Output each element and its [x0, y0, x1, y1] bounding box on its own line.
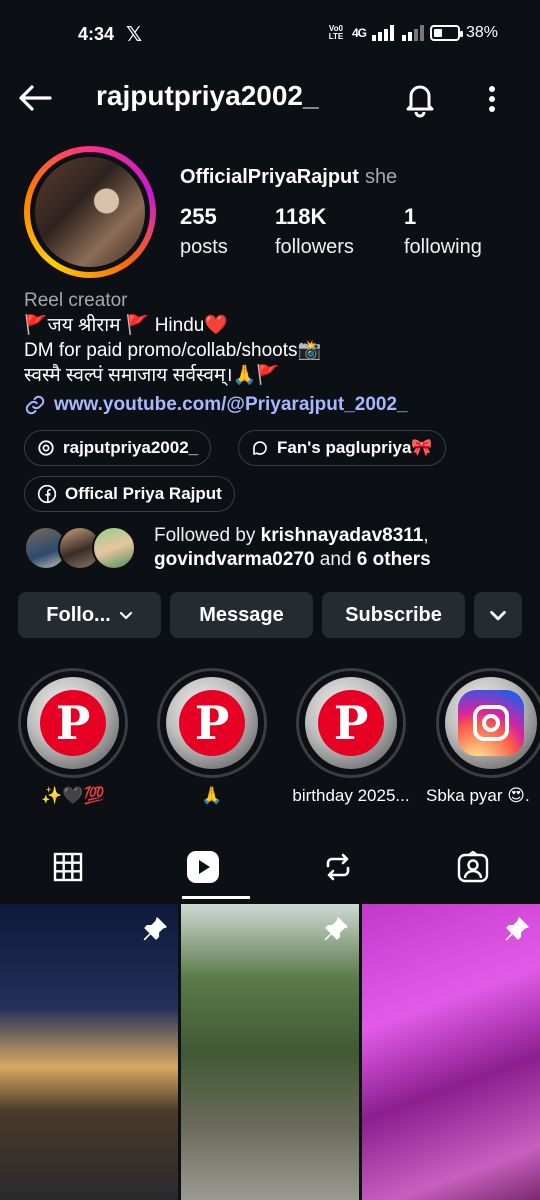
volte-indicator: Vo0 LTE — [328, 24, 344, 41]
chip-threads[interactable]: rajputpriya2002_ — [24, 430, 212, 466]
highlight-label: ✨🖤💯 — [41, 786, 105, 805]
reels-grid — [0, 904, 540, 1200]
highlight-item[interactable]: P 🙏 — [157, 668, 267, 806]
followed-others: 6 others — [356, 549, 431, 570]
pin-icon — [505, 917, 529, 941]
grid-icon — [53, 852, 82, 882]
stat-followers-label: followers — [275, 236, 354, 258]
follower-name: krishnayadav8311 — [260, 525, 424, 546]
active-tab-indicator — [182, 896, 250, 899]
pin-icon — [143, 917, 167, 941]
subscribe-button[interactable]: Subscribe — [322, 592, 465, 638]
signal-icon — [371, 25, 394, 41]
pinterest-icon: P — [40, 690, 106, 756]
battery-percent: 38% — [465, 24, 498, 41]
follower-name: govindvarma0270 — [154, 549, 315, 570]
username-title: rajputpriya2002_ — [96, 80, 319, 111]
facebook-icon — [37, 484, 57, 504]
more-options-icon[interactable] — [478, 78, 506, 118]
suggested-accounts-button[interactable] — [474, 592, 522, 638]
chip-channel-label: Fan's paglupriya🎀 — [277, 438, 433, 457]
reels-icon — [186, 851, 219, 883]
bio-link-text: www.youtube.com/@Priyarajput_2002_ — [54, 394, 408, 415]
chevron-down-icon — [119, 611, 132, 620]
followed-by-text: Followed by krishnayadav8311, govindvarm… — [154, 524, 431, 572]
pin-icon — [324, 917, 348, 941]
profile-tabs — [0, 838, 540, 900]
highlight-label: 🙏 — [201, 786, 223, 805]
highlight-label: birthday 2025... — [292, 786, 410, 805]
instagram-icon — [458, 690, 524, 756]
avatar-frame — [30, 152, 150, 272]
highlight-ring: P — [296, 668, 406, 778]
following-button-label: Follo... — [46, 603, 111, 626]
pinterest-icon: P — [179, 690, 245, 756]
bio-line: DM for paid promo/collab/shoots📸 — [24, 340, 322, 361]
bell-icon[interactable] — [400, 78, 440, 118]
status-right: Vo0 LTE 4G 38% — [326, 24, 498, 42]
stat-following-count: 1 — [404, 204, 417, 229]
followed-and: and — [314, 549, 357, 570]
bio-link[interactable]: www.youtube.com/@Priyarajput_2002_ — [24, 392, 524, 417]
chip-threads-label: rajputpriya2002_ — [63, 438, 199, 457]
subscribe-button-label: Subscribe — [345, 603, 442, 626]
stat-followers[interactable]: 118K followers — [275, 204, 354, 259]
tab-grid[interactable] — [0, 838, 135, 896]
tab-reels[interactable] — [135, 838, 270, 896]
highlight-label: Sbka pyar 😍... — [426, 786, 530, 805]
following-button[interactable]: Follo... — [18, 592, 161, 638]
tab-reposts[interactable] — [270, 838, 405, 896]
avatar — [35, 157, 145, 267]
chat-bubble-icon — [253, 441, 267, 455]
status-time: 4:34 — [78, 24, 115, 44]
reel-thumbnail[interactable] — [362, 904, 540, 1200]
stat-posts[interactable]: 255 posts — [180, 204, 228, 259]
followed-prefix: Followed by — [154, 525, 261, 546]
chip-facebook[interactable]: Offical Priya Rajput — [24, 476, 235, 512]
stat-posts-label: posts — [180, 236, 228, 258]
tagged-icon — [457, 851, 488, 883]
bio-line: स्वस्मै स्वल्पं समाजाय सर्वस्वम्।🙏🚩 — [24, 365, 280, 386]
highlight-item[interactable]: Sbka pyar 😍... — [426, 668, 540, 806]
battery-fill — [433, 29, 442, 37]
highlight-ring — [436, 668, 540, 778]
stat-following[interactable]: 1 following — [404, 204, 482, 259]
highlight-item[interactable]: P birthday 2025... — [292, 668, 410, 806]
pronoun: she — [364, 166, 398, 188]
pinterest-icon: P — [318, 690, 384, 756]
message-button-label: Message — [199, 603, 284, 626]
avatar — [92, 526, 136, 570]
bio: Reel creator 🚩जय श्रीराम 🚩 Hindu❤️ DM fo… — [24, 288, 524, 417]
battery-icon — [429, 25, 463, 41]
followed-comma: , — [423, 525, 429, 546]
chip-facebook-label: Offical Priya Rajput — [65, 484, 222, 503]
stat-following-label: following — [404, 236, 482, 258]
followed-by[interactable]: Followed by krishnayadav8311, govindvarm… — [24, 524, 524, 574]
profile-header: rajputpriya2002_ — [0, 72, 540, 122]
tab-tagged[interactable] — [405, 838, 540, 896]
avatar-story-ring[interactable] — [24, 146, 156, 278]
highlight-ring: P — [157, 668, 267, 778]
back-arrow-icon[interactable] — [16, 78, 56, 118]
reposts-icon — [326, 853, 349, 881]
network-type: 4G — [351, 26, 367, 40]
bio-category: Reel creator — [24, 290, 128, 311]
status-bar: 4:34 𝕏 Vo0 LTE 4G 38% — [0, 0, 540, 70]
signal-2-icon — [401, 25, 424, 41]
highlight-ring: P — [18, 668, 128, 778]
chevron-down-icon — [490, 611, 506, 621]
threads-icon — [38, 440, 54, 456]
link-icon — [25, 395, 45, 414]
bio-line: 🚩जय श्रीराम 🚩 Hindu❤️ — [24, 315, 228, 336]
stat-posts-count: 255 — [180, 204, 217, 229]
highlight-item[interactable]: P ✨🖤💯 — [18, 668, 128, 806]
x-logo-icon: 𝕏 — [126, 24, 143, 46]
display-name-row: OfficialPriyaRajput she — [180, 166, 397, 189]
stat-followers-count: 118K — [275, 204, 327, 229]
reel-thumbnail[interactable] — [181, 904, 359, 1200]
message-button[interactable]: Message — [170, 592, 313, 638]
reel-thumbnail[interactable] — [0, 904, 178, 1200]
chip-channel[interactable]: Fan's paglupriya🎀 — [238, 430, 446, 466]
display-name: OfficialPriyaRajput — [180, 166, 359, 188]
